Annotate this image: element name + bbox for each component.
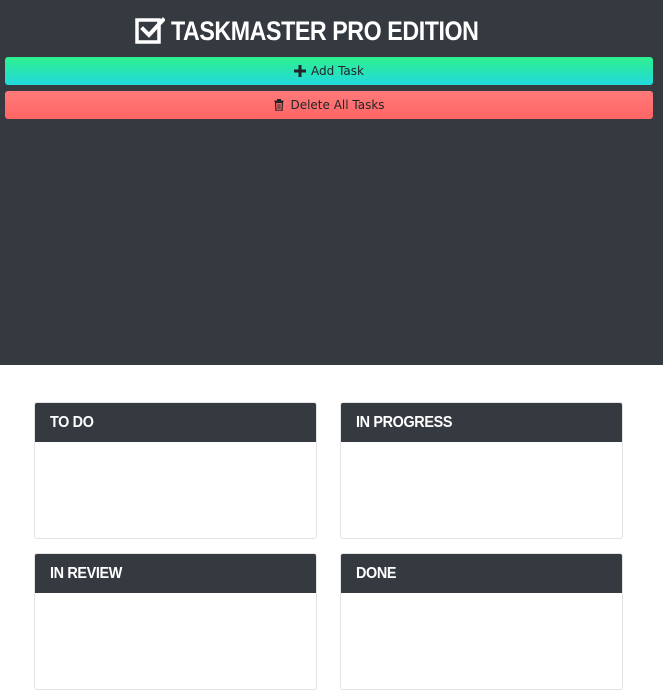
delete-all-label: Delete All Tasks (290, 98, 385, 112)
column-title: IN REVIEW (50, 564, 122, 582)
column-title: TO DO (50, 413, 94, 431)
delete-all-button[interactable]: Delete All Tasks (5, 91, 653, 119)
column-drop-zone[interactable] (35, 593, 316, 689)
column-todo: TO DO (34, 402, 317, 539)
column-header: TO DO (35, 403, 316, 442)
column-title: DONE (356, 564, 397, 582)
column-drop-zone[interactable] (341, 593, 622, 689)
trash-icon (274, 99, 284, 111)
add-task-label: Add Task (311, 64, 364, 78)
plus-icon (294, 65, 307, 77)
column-header: DONE (341, 554, 622, 593)
add-task-button[interactable]: Add Task (5, 57, 653, 85)
column-header: IN PROGRESS (341, 403, 622, 442)
column-done: DONE (340, 553, 623, 690)
app-title: TASKMASTER PRO EDITION (170, 16, 479, 46)
column-title: IN PROGRESS (356, 413, 453, 431)
app-header: TASKMASTER PRO EDITION Add Task Delete A… (0, 0, 663, 365)
column-in-review: IN REVIEW (34, 553, 317, 690)
column-in-progress: IN PROGRESS (340, 402, 623, 539)
column-drop-zone[interactable] (35, 442, 316, 538)
column-drop-zone[interactable] (341, 442, 622, 538)
checkbox-icon (134, 17, 165, 44)
column-header: IN REVIEW (35, 554, 316, 593)
page-title: TASKMASTER PRO EDITION (0, 14, 663, 48)
